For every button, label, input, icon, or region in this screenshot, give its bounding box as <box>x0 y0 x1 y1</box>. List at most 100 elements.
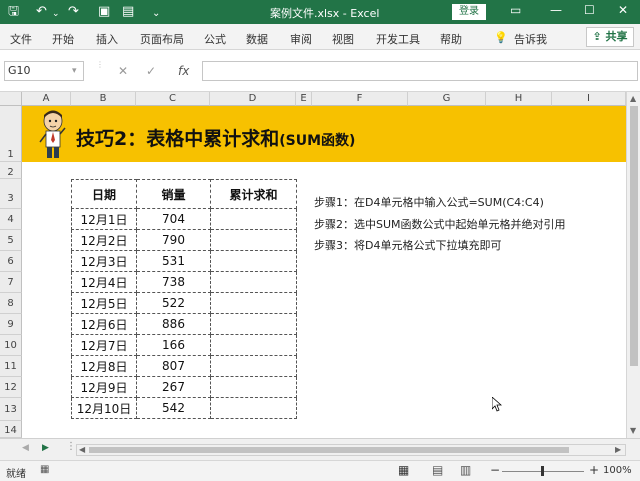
cumulative-cell[interactable] <box>210 376 297 398</box>
horizontal-scroll-thumb[interactable] <box>89 447 569 453</box>
zoom-slider[interactable] <box>502 466 584 476</box>
share-button[interactable]: ⇪ 共享 <box>586 27 634 47</box>
page-layout-view-icon[interactable]: ▤ <box>432 463 443 477</box>
row-header-10[interactable]: 10 <box>0 335 22 356</box>
close-button[interactable]: ✕ <box>618 3 628 17</box>
scroll-down-icon[interactable]: ▼ <box>630 426 636 435</box>
scroll-up-icon[interactable]: ▲ <box>630 94 636 103</box>
name-box-dropdown-icon[interactable]: ▾ <box>72 66 77 76</box>
date-cell[interactable]: 12月2日 <box>71 229 137 251</box>
column-header-h[interactable]: H <box>486 92 552 106</box>
tell-me-search[interactable]: 告诉我 <box>514 31 547 47</box>
row-header-7[interactable]: 7 <box>0 272 22 293</box>
undo-dropdown-icon[interactable]: ⌄ <box>52 6 60 22</box>
header-cumulative[interactable]: 累计求和 <box>210 179 297 209</box>
cumulative-cell[interactable] <box>210 334 297 356</box>
tab-review[interactable]: 审阅 <box>290 31 312 47</box>
sales-cell[interactable]: 267 <box>136 376 211 398</box>
date-cell[interactable]: 12月5日 <box>71 292 137 314</box>
row-header-2[interactable]: 2 <box>0 162 22 179</box>
sales-cell[interactable]: 704 <box>136 208 211 230</box>
header-date[interactable]: 日期 <box>71 179 137 209</box>
horizontal-scrollbar[interactable]: ◀ ▶ <box>76 444 626 456</box>
zoom-level[interactable]: 100% <box>603 465 632 476</box>
scroll-right-icon[interactable]: ▶ <box>615 445 621 454</box>
save-icon[interactable]: 🖫 <box>8 4 19 20</box>
enter-icon[interactable]: ✓ <box>146 64 156 78</box>
sales-cell[interactable]: 531 <box>136 250 211 272</box>
vertical-scroll-thumb[interactable] <box>630 106 638 366</box>
customize-toolbar-icon[interactable]: ⌄ <box>152 6 160 22</box>
zoom-slider-thumb[interactable] <box>541 466 544 476</box>
cumulative-cell[interactable] <box>210 397 297 419</box>
date-cell[interactable]: 12月3日 <box>71 250 137 272</box>
undo-icon[interactable]: ↶ <box>36 4 47 20</box>
sheet-options-icon[interactable]: ⋮ <box>66 441 76 452</box>
row-header-3[interactable]: 3 <box>0 179 22 209</box>
column-header-a[interactable]: A <box>22 92 71 106</box>
lightbulb-icon[interactable]: 💡 <box>494 31 508 44</box>
login-button[interactable]: 登录 <box>452 4 486 20</box>
cumulative-cell[interactable] <box>210 313 297 335</box>
zoom-in-button[interactable]: + <box>589 463 599 477</box>
column-header-f[interactable]: F <box>312 92 408 106</box>
row-header-14[interactable]: 14 <box>0 421 22 438</box>
restore-button[interactable]: ☐ <box>584 3 595 17</box>
tab-view[interactable]: 视图 <box>332 31 354 47</box>
column-header-g[interactable]: G <box>408 92 486 106</box>
date-cell[interactable]: 12月8日 <box>71 355 137 377</box>
tab-home[interactable]: 开始 <box>52 31 74 47</box>
zoom-out-button[interactable]: − <box>490 463 500 477</box>
sales-cell[interactable]: 807 <box>136 355 211 377</box>
row-header-4[interactable]: 4 <box>0 209 22 230</box>
tab-page-layout[interactable]: 页面布局 <box>140 31 184 47</box>
tab-insert[interactable]: 插入 <box>96 31 118 47</box>
page-break-view-icon[interactable]: ▥ <box>460 463 471 477</box>
cancel-icon[interactable]: ✕ <box>118 64 128 78</box>
column-header-d[interactable]: D <box>210 92 296 106</box>
date-cell[interactable]: 12月10日 <box>71 397 137 419</box>
cumulative-cell[interactable] <box>210 355 297 377</box>
row-header-13[interactable]: 13 <box>0 398 22 421</box>
formula-input[interactable] <box>202 61 638 81</box>
tab-formulas[interactable]: 公式 <box>204 31 226 47</box>
normal-view-icon[interactable]: ▦ <box>398 463 409 477</box>
tab-developer[interactable]: 开发工具 <box>376 31 420 47</box>
tab-file[interactable]: 文件 <box>10 31 32 47</box>
cumulative-cell[interactable] <box>210 250 297 272</box>
cumulative-cell[interactable] <box>210 292 297 314</box>
row-header-12[interactable]: 12 <box>0 377 22 398</box>
sales-cell[interactable]: 790 <box>136 229 211 251</box>
sales-cell[interactable]: 542 <box>136 397 211 419</box>
sales-cell[interactable]: 886 <box>136 313 211 335</box>
scroll-left-icon[interactable]: ◀ <box>79 445 85 454</box>
row-header-8[interactable]: 8 <box>0 293 22 314</box>
column-header-b[interactable]: B <box>71 92 136 106</box>
tab-help[interactable]: 帮助 <box>440 31 462 47</box>
macro-record-icon[interactable]: ▦ <box>40 464 49 475</box>
tab-data[interactable]: 数据 <box>246 31 268 47</box>
column-header-i[interactable]: I <box>552 92 626 106</box>
vertical-scrollbar[interactable]: ▲ ▼ <box>626 92 640 438</box>
insert-function-button[interactable]: fx <box>178 64 189 78</box>
row-header-6[interactable]: 6 <box>0 251 22 272</box>
column-header-c[interactable]: C <box>136 92 210 106</box>
print-preview-icon[interactable]: ▤ <box>122 4 134 20</box>
ribbon-display-icon[interactable]: ▭ <box>510 3 521 17</box>
sales-cell[interactable]: 522 <box>136 292 211 314</box>
column-header-e[interactable]: E <box>296 92 312 106</box>
select-all-corner[interactable] <box>0 92 22 106</box>
date-cell[interactable]: 12月9日 <box>71 376 137 398</box>
redo-icon[interactable]: ↷ <box>68 4 79 20</box>
date-cell[interactable]: 12月4日 <box>71 271 137 293</box>
cumulative-cell[interactable] <box>210 271 297 293</box>
row-header-5[interactable]: 5 <box>0 230 22 251</box>
cumulative-cell[interactable] <box>210 229 297 251</box>
date-cell[interactable]: 12月1日 <box>71 208 137 230</box>
row-header-1[interactable]: 1 <box>0 106 22 162</box>
minimize-button[interactable]: — <box>550 3 562 17</box>
row-header-11[interactable]: 11 <box>0 356 22 377</box>
sheet-next-icon[interactable]: ▶ <box>42 443 49 453</box>
row-header-9[interactable]: 9 <box>0 314 22 335</box>
sales-cell[interactable]: 738 <box>136 271 211 293</box>
